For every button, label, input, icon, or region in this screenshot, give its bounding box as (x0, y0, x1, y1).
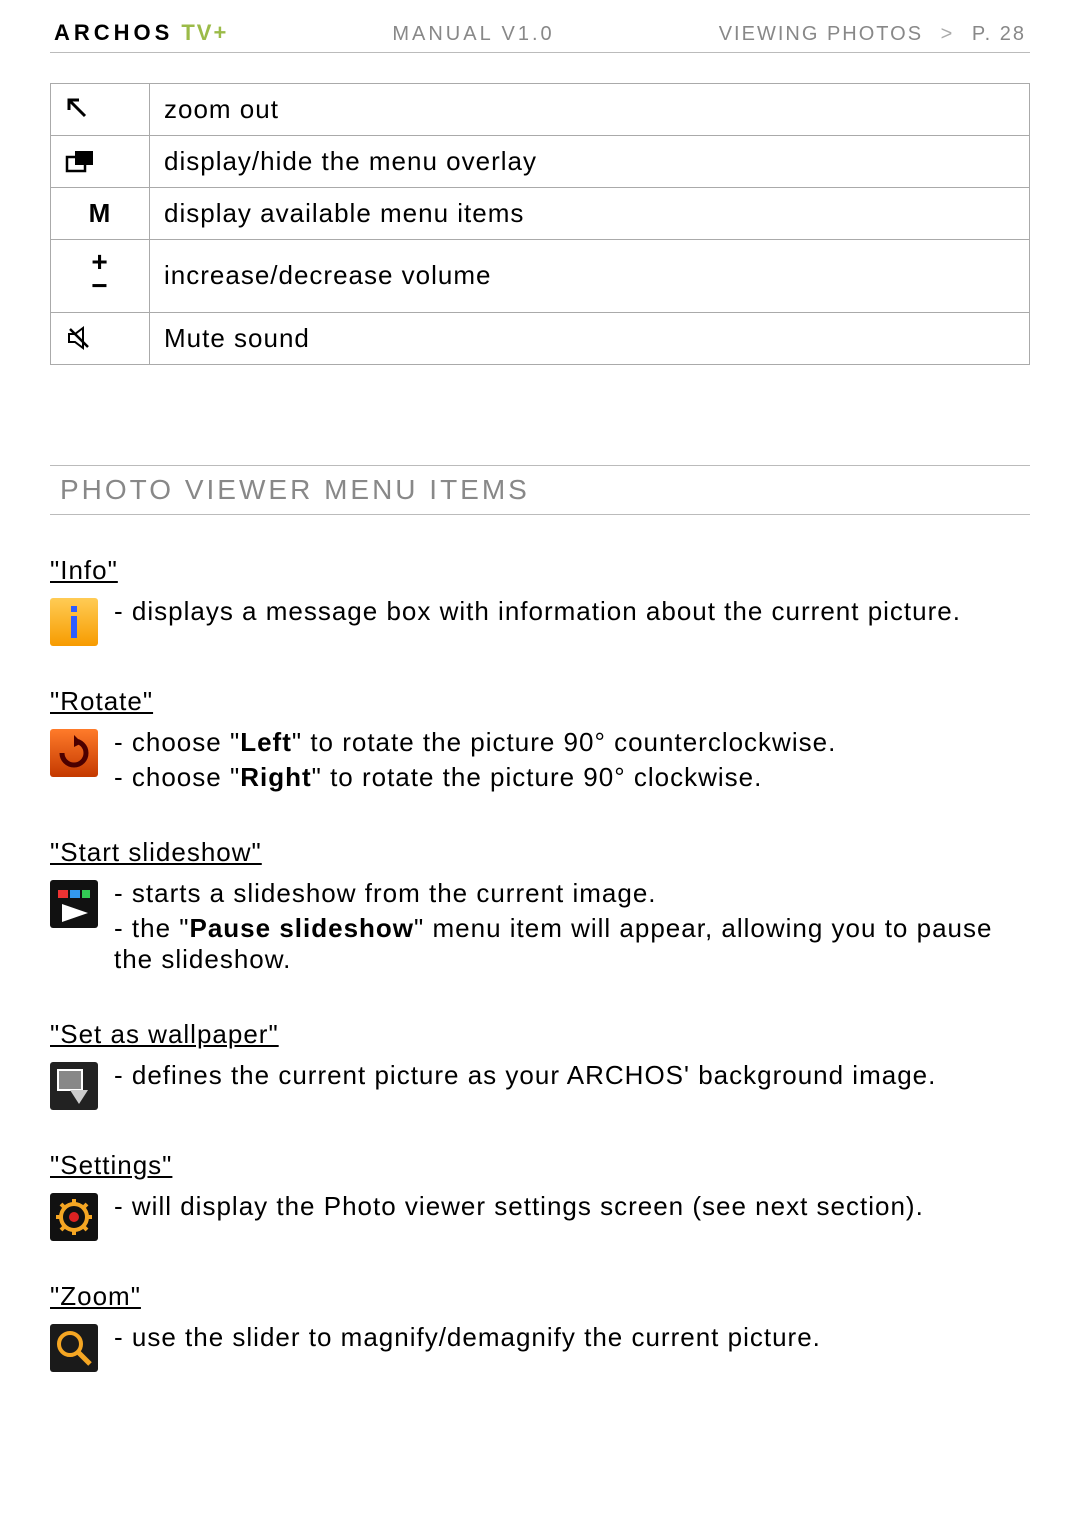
overlay-icon (51, 136, 150, 188)
menu-item-title: "Settings" (50, 1150, 1030, 1181)
control-label: display/hide the menu overlay (150, 136, 1030, 188)
menu-item-slideshow: "Start slideshow" starts a slideshow fro… (50, 837, 1030, 979)
menu-item-zoom: "Zoom" use the slider to magnify/demagni… (50, 1281, 1030, 1372)
menu-item-line: use the slider to magnify/demagnify the … (114, 1322, 1030, 1353)
info-icon (50, 598, 98, 646)
menu-item-line: defines the current picture as your ARCH… (114, 1060, 1030, 1091)
rotate-icon (50, 729, 98, 777)
breadcrumb-separator: > (941, 23, 955, 45)
breadcrumb-page: P. 28 (972, 23, 1026, 45)
menu-item-lines: use the slider to magnify/demagnify the … (114, 1322, 1030, 1357)
menu-item-lines: starts a slideshow from the current imag… (114, 878, 1030, 979)
menu-item-settings: "Settings" will display the Photo viewer… (50, 1150, 1030, 1241)
menu-item-lines: displays a message box with information … (114, 596, 1030, 631)
table-row: M display available menu items (51, 188, 1030, 240)
control-label: zoom out (150, 84, 1030, 136)
wallpaper-icon (50, 1062, 98, 1110)
zoom-out-icon (51, 84, 150, 136)
menu-item-line: displays a message box with information … (114, 596, 1030, 627)
header-manual-version: MANUAL V1.0 (392, 23, 554, 46)
table-row: zoom out (51, 84, 1030, 136)
menu-item-title: "Info" (50, 555, 1030, 586)
menu-item-line: starts a slideshow from the current imag… (114, 878, 1030, 909)
menu-item-line: choose "Right" to rotate the picture 90°… (114, 762, 1030, 793)
menu-item-line: will display the Photo viewer settings s… (114, 1191, 1030, 1222)
section-title: PHOTO VIEWER MENU ITEMS (50, 465, 1030, 515)
menu-item-line: choose "Left" to rotate the picture 90° … (114, 727, 1030, 758)
page-header: ARCHOS TV+ MANUAL V1.0 VIEWING PHOTOS > … (50, 20, 1030, 53)
menu-item-wallpaper: "Set as wallpaper" defines the current p… (50, 1019, 1030, 1110)
zoom-icon (50, 1324, 98, 1372)
control-label: increase/decrease volume (150, 240, 1030, 313)
menu-item-line: the "Pause slideshow" menu item will app… (114, 913, 1030, 975)
control-label: Mute sound (150, 312, 1030, 364)
settings-icon (50, 1193, 98, 1241)
slideshow-icon (50, 880, 98, 928)
product-name: TV+ (181, 20, 228, 46)
mute-icon (51, 312, 150, 364)
control-label: display available menu items (150, 188, 1030, 240)
menu-item-lines: defines the current picture as your ARCH… (114, 1060, 1030, 1095)
table-row: +− increase/decrease volume (51, 240, 1030, 313)
menu-item-title: "Rotate" (50, 686, 1030, 717)
menu-item-lines: choose "Left" to rotate the picture 90° … (114, 727, 1030, 797)
volume-plus-minus-icon: +− (51, 240, 150, 313)
header-breadcrumb: VIEWING PHOTOS > P. 28 (719, 23, 1026, 46)
menu-item-rotate: "Rotate" choose "Left" to rotate the pic… (50, 686, 1030, 797)
menu-item-lines: will display the Photo viewer settings s… (114, 1191, 1030, 1226)
menu-item-title: "Zoom" (50, 1281, 1030, 1312)
table-row: Mute sound (51, 312, 1030, 364)
menu-letter-icon: M (51, 188, 150, 240)
menu-item-title: "Set as wallpaper" (50, 1019, 1030, 1050)
brand-logo-text: ARCHOS (54, 20, 173, 46)
manual-page: ARCHOS TV+ MANUAL V1.0 VIEWING PHOTOS > … (0, 0, 1080, 1527)
header-left: ARCHOS TV+ (54, 20, 228, 46)
controls-table: zoom out display/hide the menu overlay M… (50, 83, 1030, 365)
breadcrumb-section: VIEWING PHOTOS (719, 23, 923, 45)
menu-item-info: "Info" displays a message box with infor… (50, 555, 1030, 646)
table-row: display/hide the menu overlay (51, 136, 1030, 188)
menu-item-title: "Start slideshow" (50, 837, 1030, 868)
